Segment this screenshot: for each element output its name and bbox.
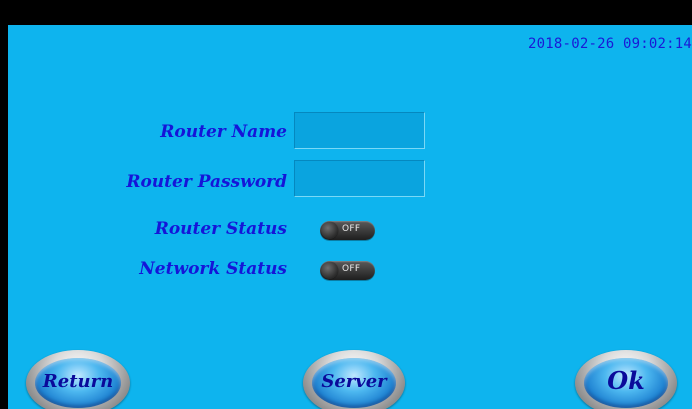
- router-password-field[interactable]: [294, 160, 425, 197]
- datetime-display: 2018-02-26 09:02:14: [528, 36, 692, 52]
- network-status-label: Network Status: [139, 259, 287, 279]
- toggle-knob: [321, 222, 338, 239]
- router-status-toggle[interactable]: OFF: [320, 221, 375, 240]
- network-status-toggle[interactable]: OFF: [320, 261, 375, 280]
- router-name-label: Router Name: [160, 122, 287, 142]
- router-name-field[interactable]: [294, 112, 425, 149]
- toggle-knob: [321, 262, 338, 279]
- return-button-label: Return: [42, 371, 114, 392]
- router-status-label: Router Status: [154, 219, 287, 239]
- server-button-label: Server: [321, 371, 387, 392]
- toggle-state-text: OFF: [342, 224, 361, 234]
- toggle-state-text: OFF: [342, 264, 361, 274]
- router-password-label: Router Password: [126, 172, 287, 192]
- server-button[interactable]: Server: [303, 350, 405, 409]
- ok-button[interactable]: Ok: [575, 350, 677, 409]
- return-button[interactable]: Return: [26, 350, 130, 409]
- settings-panel: 2018-02-26 09:02:14 Router Name Router P…: [8, 25, 692, 409]
- screen: 2018-02-26 09:02:14 Router Name Router P…: [0, 0, 692, 409]
- ok-button-label: Ok: [607, 366, 645, 395]
